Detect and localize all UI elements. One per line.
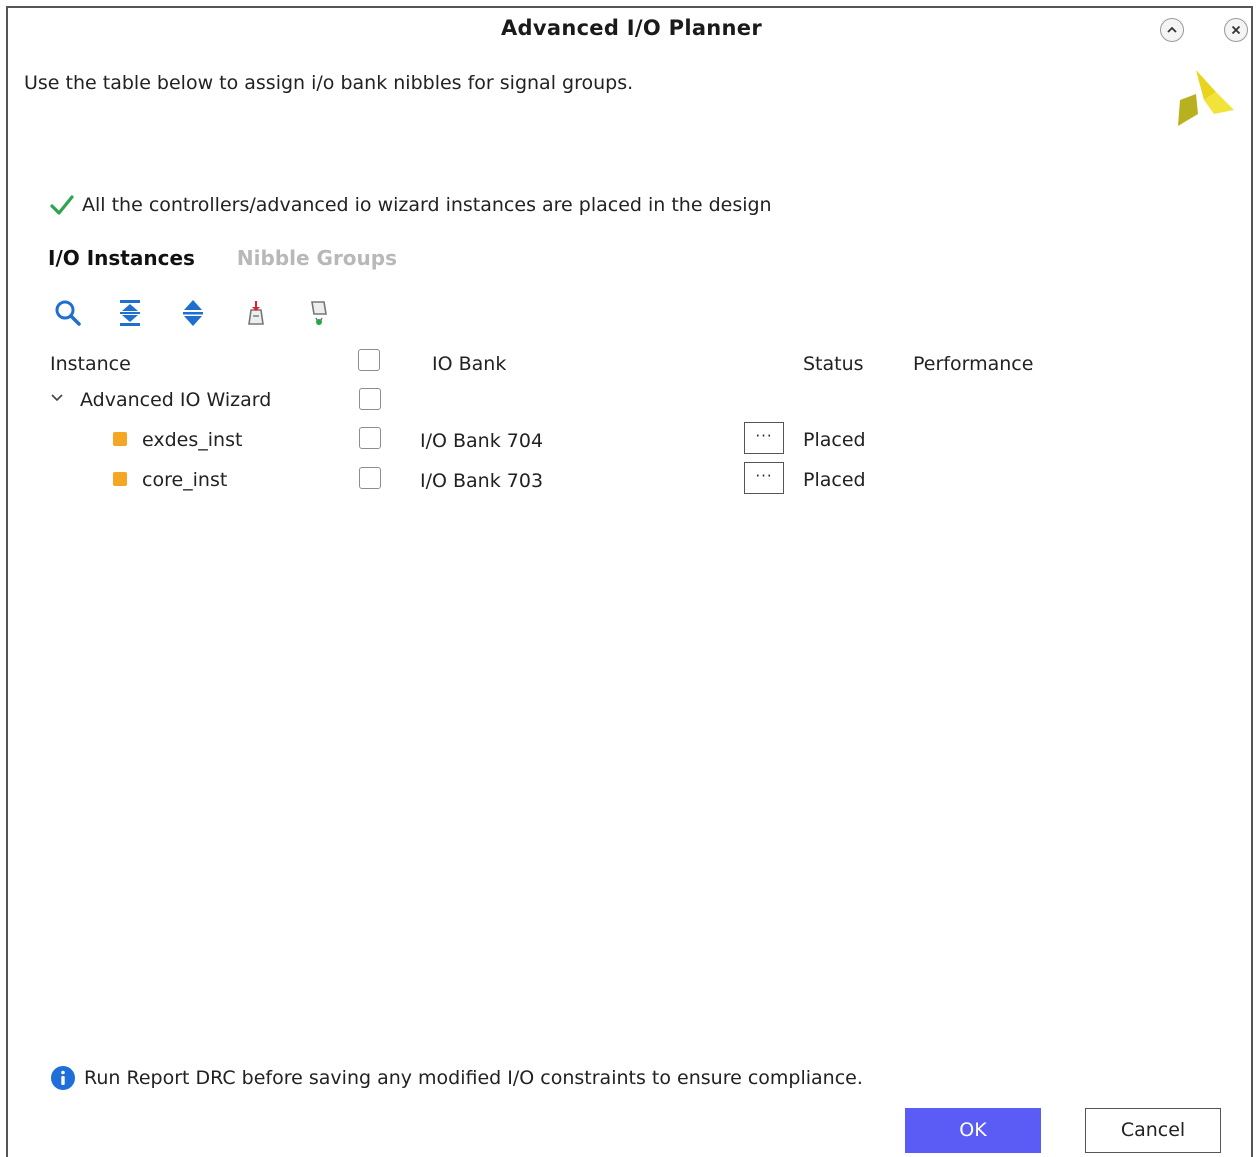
search-icon [55, 300, 81, 326]
checkmark-icon [50, 195, 74, 215]
instance-status-dot [113, 432, 127, 446]
column-header-instance[interactable]: Instance [50, 353, 131, 375]
edit-bank-button[interactable]: ··· [744, 422, 784, 454]
chevron-up-icon [1167, 26, 1177, 33]
table-row-status: Placed [803, 469, 866, 491]
edit-bank-button[interactable]: ··· [744, 462, 784, 494]
close-icon [1231, 25, 1241, 35]
table-row-instance[interactable]: exdes_inst [142, 429, 242, 451]
column-header-status[interactable]: Status [803, 353, 864, 375]
collapse-all-icon [120, 300, 140, 326]
instance-status-dot [113, 472, 127, 486]
table-row-instance[interactable]: core_inst [142, 469, 227, 491]
tab-nibble-groups[interactable]: Nibble Groups [237, 246, 397, 270]
tab-bar: I/O Instances Nibble Groups [48, 246, 397, 270]
ok-button[interactable]: OK [905, 1108, 1041, 1153]
brand-logo-icon [1178, 70, 1234, 126]
row-checkbox[interactable] [359, 427, 381, 449]
info-line: Run Report DRC before saving any modifie… [50, 1065, 863, 1091]
advanced-io-planner-dialog: Advanced I/O Planner Use the table below… [6, 6, 1253, 1157]
expand-all-button[interactable] [180, 296, 243, 330]
table-row-io-bank: I/O Bank 704 [420, 430, 544, 452]
unplace-instance-button[interactable] [306, 296, 369, 330]
row-checkbox[interactable] [359, 467, 381, 489]
status-line: All the controllers/advanced io wizard i… [50, 194, 772, 216]
intro-text: Use the table below to assign i/o bank n… [24, 72, 634, 94]
info-icon [51, 1066, 75, 1090]
window-title: Advanced I/O Planner [500, 16, 763, 40]
place-instance-button[interactable] [243, 296, 306, 330]
tab-io-instances[interactable]: I/O Instances [48, 246, 195, 270]
search-button[interactable] [54, 296, 117, 330]
info-message: Run Report DRC before saving any modifie… [84, 1067, 863, 1089]
toolbar [54, 296, 369, 330]
select-all-checkbox[interactable] [358, 349, 380, 371]
minimize-button[interactable] [1160, 18, 1184, 42]
group-advanced-io-wizard[interactable]: Advanced IO Wizard [80, 389, 271, 411]
column-header-io-bank[interactable]: IO Bank [432, 353, 506, 375]
column-header-performance[interactable]: Performance [913, 353, 1033, 375]
collapse-all-button[interactable] [117, 296, 180, 330]
expand-all-icon [183, 300, 203, 326]
close-button[interactable] [1224, 18, 1248, 42]
table-row-status: Placed [803, 429, 866, 451]
chevron-down-icon[interactable] [50, 391, 64, 405]
group-checkbox[interactable] [359, 388, 381, 410]
status-message: All the controllers/advanced io wizard i… [82, 194, 772, 216]
cancel-button[interactable]: Cancel [1085, 1108, 1221, 1153]
place-instance-icon [248, 301, 264, 325]
unplace-instance-icon [311, 301, 327, 326]
table-row-io-bank: I/O Bank 703 [420, 470, 544, 492]
